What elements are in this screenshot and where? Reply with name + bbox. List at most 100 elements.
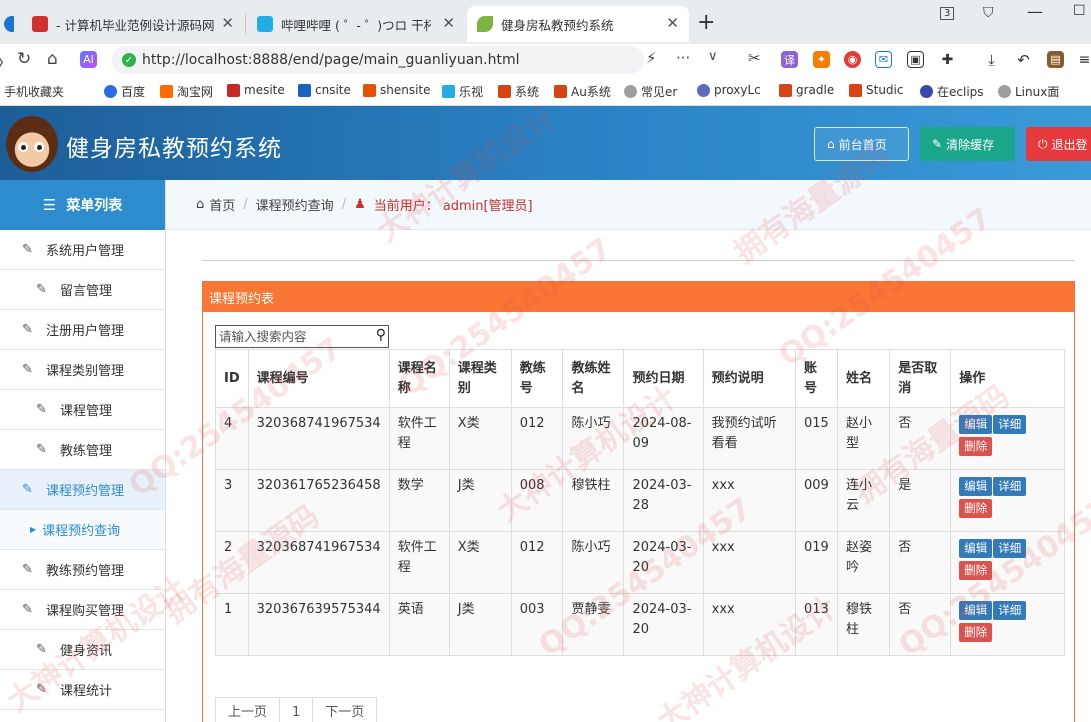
column-header[interactable]: 教练姓名 (562, 349, 625, 408)
booking-panel: 课程预约表 ⚲ ID 课程编号 课程名称 课程类别 教练号 教练姓名 预约日期 … (202, 281, 1075, 722)
lightning-icon[interactable]: ⚡ (646, 49, 657, 67)
table-cell: 2024-03-28 (623, 469, 704, 532)
menu-title: 菜单列表 (66, 198, 123, 214)
column-header[interactable]: 课程名称 (388, 349, 450, 408)
bookmark-item[interactable]: 在eclips (920, 83, 984, 100)
column-header[interactable]: 课程类别 (448, 349, 512, 408)
bookmark-item[interactable]: shensite (363, 83, 431, 97)
maximize-icon[interactable]: ☐ (1073, 3, 1086, 19)
bookmark-item[interactable]: Au系统 (554, 83, 611, 100)
more-icon[interactable]: ··· (676, 49, 690, 67)
table-cell: X类 (448, 531, 512, 594)
bookmark-item[interactable]: 手机收藏夹 (4, 83, 64, 100)
undo-icon[interactable]: ↶ (1015, 51, 1032, 69)
tab-close-icon[interactable]: ✕ (221, 14, 234, 32)
table-cell: 2024-08-09 (623, 407, 704, 470)
sidebar-item-registered-users[interactable]: ✎ 注册用户管理 (0, 310, 165, 350)
edit-button[interactable]: 编辑 (959, 539, 993, 558)
weibo-icon[interactable]: ◉ (844, 51, 861, 68)
bookmark-item[interactable]: 乐视 (442, 83, 483, 100)
tab-gym-system[interactable]: 健身房私教预约系统 ✕ (467, 6, 689, 42)
bookmark-item[interactable]: proxyLc (697, 83, 761, 97)
edit-button[interactable]: 编辑 (959, 601, 993, 620)
clear-cache-button[interactable]: ✎ 清除缓存 (920, 127, 1015, 161)
column-header[interactable]: 预约说明 (702, 349, 797, 408)
sidebar-item-course-booking-query[interactable]: ▶ 课程预约查询 (0, 510, 165, 550)
bookmark-item[interactable]: mesite (227, 83, 285, 97)
detail-button[interactable]: 详细 (993, 601, 1027, 620)
sidebar-item-course-purchases[interactable]: ✎ 课程购买管理 (0, 590, 165, 630)
bookmark-item[interactable]: Studic (849, 83, 903, 97)
delete-button[interactable]: 删除 (959, 561, 993, 580)
mail-icon[interactable]: ✉ (875, 51, 892, 68)
column-header[interactable]: 预约日期 (623, 349, 704, 408)
search-icon[interactable]: ⚲ (376, 327, 386, 343)
sidebar-item-course-bookings[interactable]: ✎ 课程预约管理 (0, 470, 165, 510)
bookmark-item[interactable]: 淘宝网 (160, 83, 213, 100)
sidebar-item-coaches[interactable]: ✎ 教练管理 (0, 430, 165, 470)
logout-button[interactable]: ⏻ 退出登 (1026, 127, 1091, 161)
column-header[interactable]: 账号 (795, 349, 838, 408)
delete-button[interactable]: 删除 (959, 499, 993, 518)
tab-close-icon[interactable]: ✕ (666, 14, 679, 32)
page-number[interactable]: 1 (280, 698, 314, 722)
translate-icon[interactable]: 译 (781, 51, 798, 68)
sidebar-item-course-categories[interactable]: ✎ 课程类别管理 (0, 350, 165, 390)
shirt-icon[interactable]: ⛉ (983, 5, 994, 21)
scissors-icon[interactable]: ✂ (748, 49, 761, 67)
window-icon[interactable]: ▣ (907, 51, 924, 68)
column-header[interactable]: 是否取消 (889, 349, 952, 408)
sidebar-item-course-stats[interactable]: ✎ 课程统计 (0, 670, 165, 710)
detail-button[interactable]: 详细 (993, 415, 1027, 434)
actions-cell: 编辑 详细 删除 (950, 593, 1065, 656)
chevron-down-icon[interactable]: ∨ (708, 49, 718, 64)
fox-icon[interactable]: ✦ (813, 51, 830, 68)
sidebar-item-system-users[interactable]: ✎ 系统用户管理 (0, 230, 165, 270)
column-header[interactable]: 姓名 (836, 349, 891, 408)
new-tab-icon[interactable]: + (697, 10, 715, 35)
column-header[interactable]: 课程编号 (247, 349, 390, 408)
minimize-icon[interactable]: — (1027, 2, 1043, 21)
sidebar-item-fitness-news[interactable]: ✎ 健身资讯 (0, 630, 165, 670)
tab-bilibili[interactable]: 哔哩哔哩 ( ゜- ゜)つロ 干杯~-b ✕ (247, 6, 465, 42)
bookmark-item[interactable]: 百度 (104, 83, 145, 100)
bookmark-item[interactable]: Linux面 (998, 83, 1059, 100)
tab-count-badge[interactable]: 3 (940, 7, 955, 20)
download-icon[interactable]: ⤓ (983, 51, 1000, 69)
detail-button[interactable]: 详细 (993, 539, 1027, 558)
puzzle-icon[interactable]: ✚ (939, 51, 956, 68)
bookmark-item[interactable]: 系统 (498, 83, 539, 100)
tab-close-icon[interactable]: ✕ (442, 14, 455, 32)
bookmark-item[interactable]: cnsite (298, 83, 351, 97)
bookmark-item[interactable]: 常见er (624, 83, 677, 100)
delete-button[interactable]: 删除 (959, 623, 993, 642)
delete-button[interactable]: 删除 (959, 437, 993, 456)
menu-icon[interactable]: ≡ (1076, 51, 1091, 68)
tab-source-site[interactable]: - 计算机毕业范例设计源码网 ✕ (22, 6, 244, 42)
briefcase-icon[interactable]: ▤ (1047, 51, 1064, 68)
breadcrumb-home[interactable]: 首页 (209, 195, 235, 214)
home-icon[interactable]: ⌂ (47, 49, 58, 69)
edit-button[interactable]: 编辑 (959, 415, 993, 434)
table-cell: 320367639575344 (247, 593, 390, 656)
detail-button[interactable]: 详细 (993, 477, 1027, 496)
url-field[interactable]: ✓ http://localhost:8888/end/page/main_gu… (112, 46, 644, 74)
sidebar-item-label: 课程管理 (60, 404, 113, 419)
front-home-button[interactable]: ⌂ 前台首页 (814, 127, 909, 161)
bookmark-item[interactable]: gradle (779, 83, 834, 97)
search-input[interactable] (216, 326, 366, 347)
tab-overflow-icon[interactable] (0, 6, 14, 42)
table-cell: 软件工程 (388, 407, 450, 470)
column-header[interactable]: ID (215, 349, 249, 408)
edit-button[interactable]: 编辑 (959, 477, 993, 496)
reload-icon[interactable]: ↻ (17, 49, 31, 69)
prev-page-button[interactable]: 上一页 (216, 698, 281, 722)
sidebar-item-courses[interactable]: ✎ 课程管理 (0, 390, 165, 430)
sidebar-item-messages[interactable]: ✎ 留言管理 (0, 270, 165, 310)
bookmark-label: 百度 (121, 85, 146, 99)
sidebar-item-coach-bookings[interactable]: ✎ 教练预约管理 (0, 550, 165, 590)
forward-icon[interactable]: 〉 (0, 49, 13, 74)
column-header[interactable]: 教练号 (510, 349, 564, 408)
ai-icon[interactable]: AI (80, 51, 97, 68)
next-page-button[interactable]: 下一页 (313, 698, 376, 722)
